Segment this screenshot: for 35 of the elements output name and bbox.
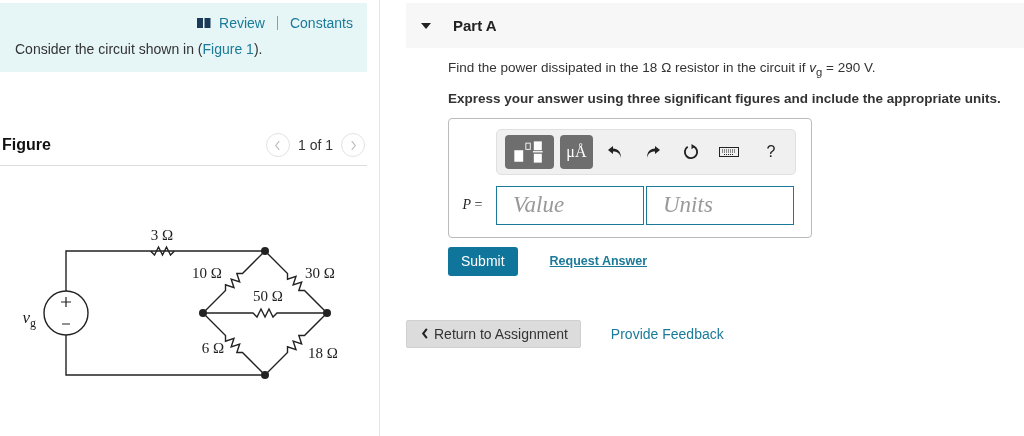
units-field[interactable]: Units bbox=[646, 185, 794, 225]
constants-link[interactable]: Constants bbox=[289, 15, 353, 31]
resistor-label: 6 Ω bbox=[201, 340, 225, 356]
templates-button[interactable] bbox=[505, 134, 554, 169]
feedback-link[interactable]: Provide Feedback bbox=[610, 325, 724, 342]
page-counter: 1 of 1 bbox=[297, 137, 333, 153]
chevron-right-icon bbox=[349, 139, 357, 151]
undo-icon bbox=[607, 144, 623, 159]
chevron-left-icon bbox=[421, 328, 429, 340]
instruction-text: Express your answer using three significant figures and include the appropriate units. bbox=[448, 90, 1002, 106]
units-button[interactable]: μÅ bbox=[559, 134, 593, 169]
variable-label: P = bbox=[461, 197, 484, 214]
resistor-label: 18 Ω bbox=[308, 345, 338, 361]
book-icon bbox=[197, 18, 212, 28]
figure-link[interactable]: Figure 1 bbox=[202, 41, 254, 57]
question-text: Find the power dissipated in the 18 Ω resistor in the circuit if v$_{g}$ = 290 V. bbox=[448, 60, 877, 78]
resistor-label: 30 Ω bbox=[305, 265, 335, 281]
review-link[interactable]: Review bbox=[219, 15, 265, 31]
figure-title: Figure bbox=[2, 136, 51, 154]
collapse-icon[interactable] bbox=[421, 22, 431, 29]
request-answer-link[interactable]: Request Answer bbox=[549, 254, 648, 269]
help-button[interactable]: ? bbox=[755, 134, 787, 169]
intro-text: Consider the circuit shown in (Figure 1). bbox=[15, 41, 264, 57]
resistor-label: 10 Ω bbox=[192, 265, 222, 281]
value-field[interactable]: Value bbox=[496, 185, 644, 225]
resistor-label: 3 Ω bbox=[150, 227, 174, 243]
redo-icon bbox=[645, 144, 661, 159]
keyboard-icon bbox=[719, 146, 739, 157]
part-title: Part A bbox=[453, 17, 497, 34]
return-button[interactable]: Return to Assignment bbox=[406, 319, 581, 348]
resistor-label: 50 Ω bbox=[253, 288, 283, 304]
chevron-left-icon bbox=[274, 139, 282, 151]
reset-icon bbox=[682, 143, 700, 161]
source-label: v$_{g}$ bbox=[22, 308, 36, 330]
submit-button[interactable]: Submit bbox=[448, 246, 518, 276]
